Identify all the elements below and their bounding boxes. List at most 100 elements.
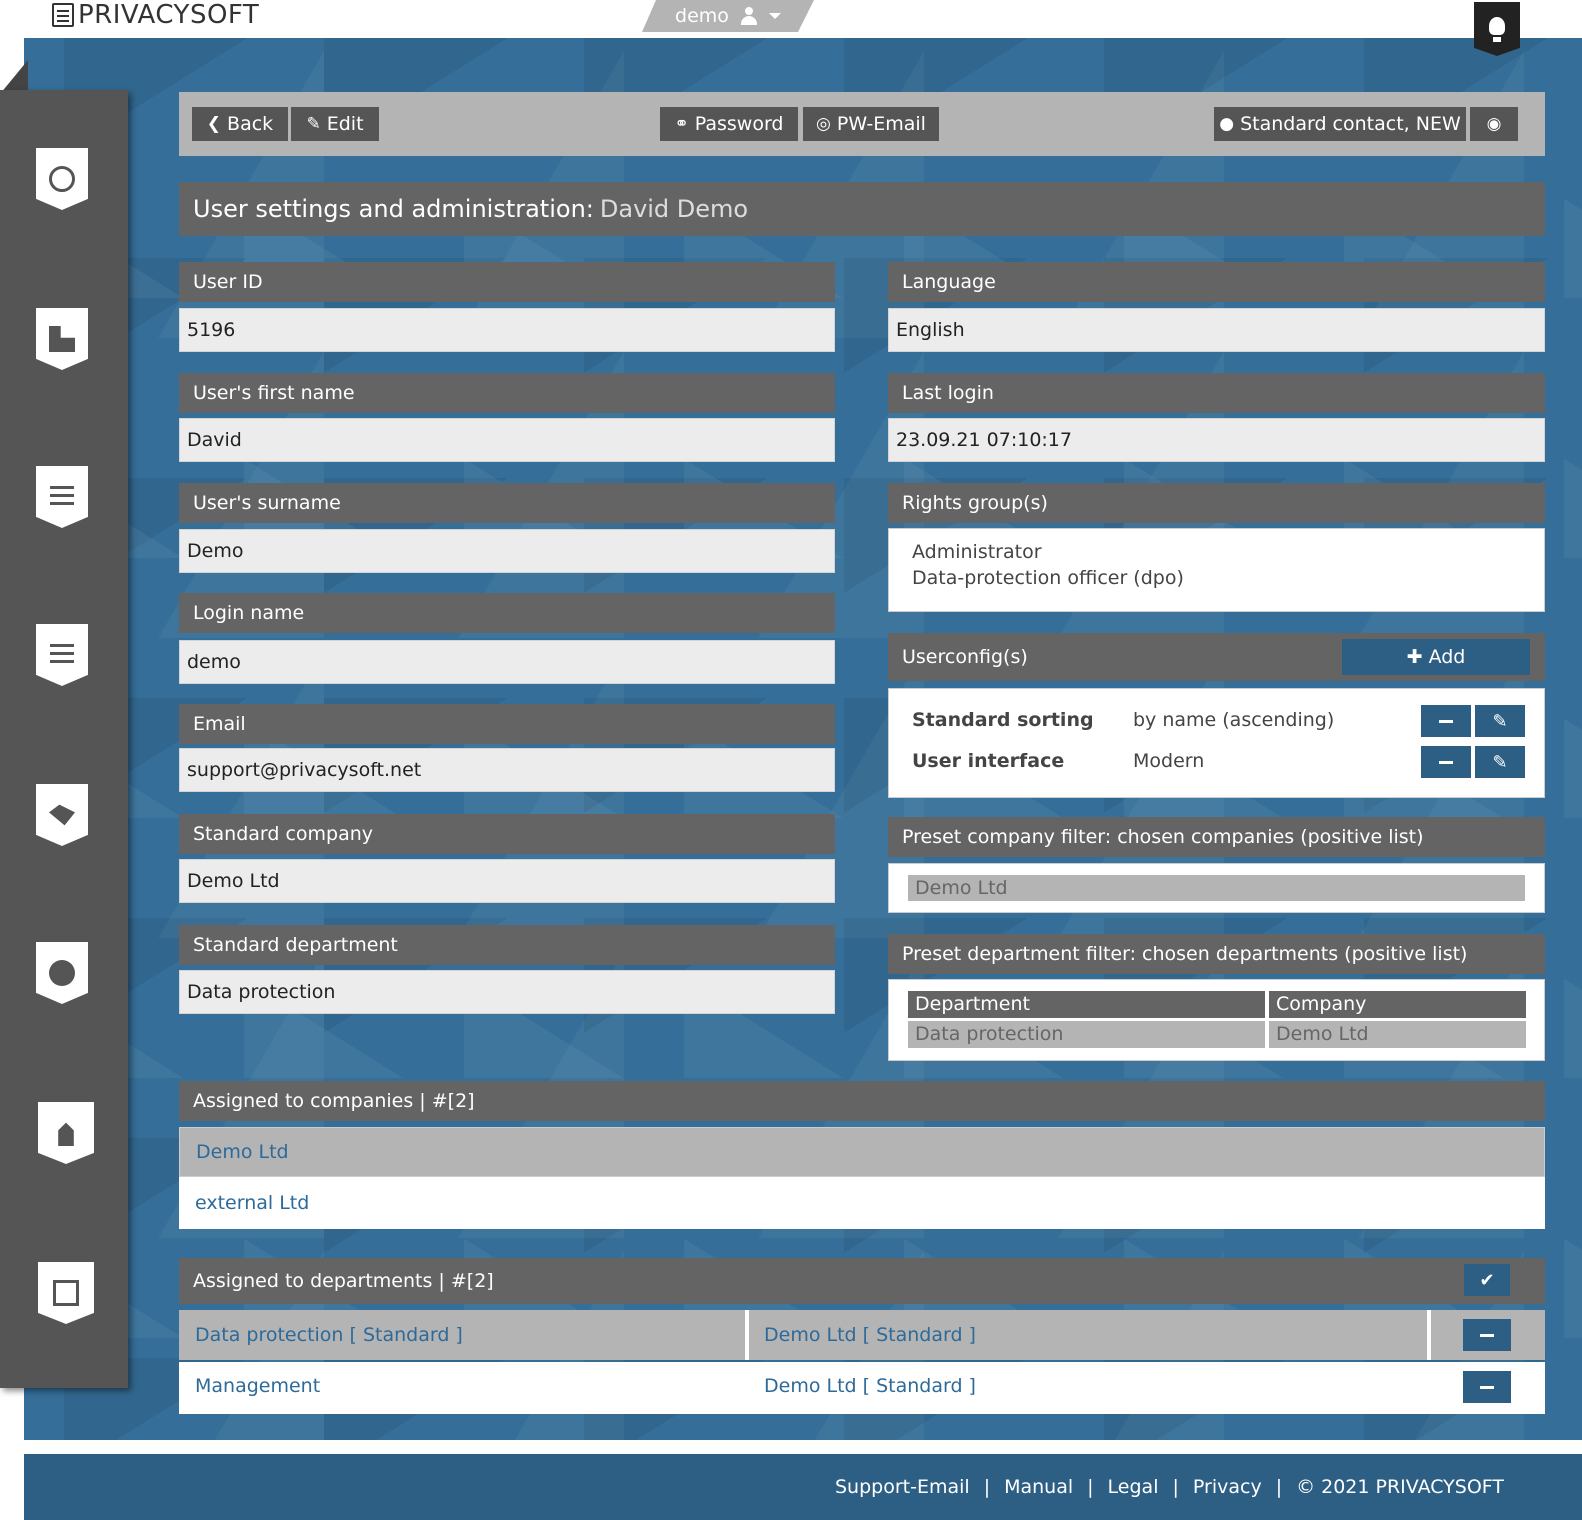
list-item[interactable]: Demo Ltd (179, 1127, 1545, 1177)
email-label: Email (179, 704, 835, 744)
table-cell: Demo Ltd [ Standard ] (749, 1310, 1427, 1360)
remove-department-button[interactable] (1463, 1319, 1511, 1351)
sidebar-item-globe[interactable] (36, 148, 88, 210)
manual-link[interactable]: Manual (1004, 1476, 1073, 1498)
userconfig-key: Standard sorting (912, 709, 1094, 731)
plus-icon: ✚ (1406, 646, 1423, 668)
remove-userconfig-button[interactable] (1421, 705, 1471, 737)
language-label: Language (888, 262, 1545, 302)
username: demo (675, 5, 729, 27)
pencil-icon: ✎ (1492, 710, 1508, 732)
edit-userconfig-button[interactable]: ✎ (1475, 705, 1525, 737)
pencil-icon: ✎ (1492, 751, 1508, 773)
company-link[interactable]: Demo Ltd (196, 1141, 289, 1163)
column-header: Department (908, 991, 1265, 1018)
list-item[interactable]: external Ltd (179, 1177, 1545, 1229)
surname-field: Demo (179, 529, 835, 573)
edit-userconfig-button[interactable]: ✎ (1475, 746, 1525, 778)
first-name-label: User's first name (179, 373, 835, 413)
company-link[interactable]: external Ltd (195, 1192, 309, 1214)
table-cell: Data protection (908, 1021, 1265, 1048)
stopwatch-icon (49, 960, 75, 986)
globe-icon (49, 166, 75, 192)
table-row: Data protection [ Standard ] Demo Ltd [ … (179, 1310, 1545, 1360)
lightbulb-icon[interactable] (1474, 2, 1520, 56)
sidebar-item-incidents[interactable] (38, 1102, 94, 1164)
add-userconfig-button[interactable]: ✚ Add (1342, 639, 1530, 675)
document-icon (50, 486, 74, 508)
sidebar-item-contracts[interactable] (36, 784, 88, 846)
sidebar-item-archive[interactable] (38, 1262, 94, 1324)
chevron-down-icon (769, 13, 781, 19)
department-link[interactable]: Management (195, 1375, 320, 1397)
company-filter-list: Demo Ltd (888, 863, 1545, 913)
first-name-field: David (179, 418, 835, 462)
user-menu[interactable]: demo (642, 0, 814, 32)
user-id-label: User ID (179, 262, 835, 302)
remove-department-button[interactable] (1463, 1371, 1511, 1403)
table-cell: Data protection [ Standard ] (179, 1310, 745, 1360)
department-filter-table: Department Company Data protection Demo … (888, 979, 1545, 1061)
stack-icon (53, 1280, 79, 1306)
rights-group-item: Administrator (912, 541, 1042, 563)
column-header: Company (1269, 991, 1526, 1018)
back-button[interactable]: ❮ Back (192, 107, 288, 141)
sidebar-item-checklist[interactable] (36, 624, 88, 686)
rights-group-item: Data-protection officer (dpo) (912, 567, 1184, 589)
user-icon (741, 7, 757, 25)
sidebar-item-documents[interactable] (36, 466, 88, 528)
table-row: Management Demo Ltd [ Standard ] (179, 1362, 1545, 1414)
handshake-icon (49, 804, 75, 826)
sidebar-item-deadlines[interactable] (36, 942, 88, 1004)
eye-slash-icon: ◎ (816, 114, 831, 134)
top-bar: PRIVACYSOFT demo (0, 0, 1582, 38)
standard-company-field: Demo Ltd (179, 859, 835, 903)
standard-company-label: Standard company (179, 814, 835, 854)
login-name-field: demo (179, 640, 835, 684)
checklist-icon (50, 644, 74, 666)
password-button[interactable]: ⚭ Password (660, 107, 798, 141)
table-cell: Demo Ltd (1269, 1021, 1526, 1048)
login-name-label: Login name (179, 593, 835, 633)
page-title: User settings and administration: David … (179, 182, 1545, 236)
user-full-name: David Demo (599, 195, 749, 223)
glasses-icon: ⚭ (674, 114, 689, 134)
user-id-field: 5196 (179, 308, 835, 352)
last-login-field: 23.09.21 07:10:17 (888, 418, 1545, 462)
chevron-left-icon: ❮ (206, 114, 222, 134)
support-email-link[interactable]: Support-Email (835, 1476, 970, 1498)
privacy-link[interactable]: Privacy (1193, 1476, 1262, 1498)
company-filter-label: Preset company filter: chosen companies … (888, 817, 1545, 857)
view-button[interactable]: ◉ (1470, 107, 1518, 141)
footer: Support-Email | Manual | Legal | Privacy… (24, 1454, 1582, 1520)
assigned-departments-label: Assigned to departments | #[2] (179, 1258, 1545, 1304)
toolbar: ❮ Back ✎ Edit ⚭ Password ◎ PW-Email ● St… (179, 92, 1545, 156)
legal-link[interactable]: Legal (1108, 1476, 1159, 1498)
standard-department-label: Standard department (179, 925, 835, 965)
sidebar-item-puzzle[interactable] (36, 308, 88, 370)
userconfig-key: User interface (912, 750, 1065, 772)
assigned-companies-label: Assigned to companies | #[2] (179, 1081, 1545, 1121)
standard-contact-button[interactable]: ● Standard contact, NEW (1214, 107, 1466, 141)
copyright: © 2021 PRIVACYSOFT (1296, 1476, 1504, 1498)
standard-department-field: Data protection (179, 970, 835, 1014)
pw-email-button[interactable]: ◎ PW-Email (803, 107, 939, 141)
check-button[interactable]: ✔ (1464, 1264, 1510, 1296)
userconfig-value: Modern (1133, 750, 1205, 772)
pencil-icon: ✎ (306, 114, 321, 134)
logo[interactable]: PRIVACYSOFT (52, 0, 259, 30)
department-link[interactable]: Data protection [ Standard ] (195, 1324, 463, 1346)
rights-groups-label: Rights group(s) (888, 483, 1545, 523)
userconfig-value: by name (ascending) (1133, 709, 1335, 731)
edit-button[interactable]: ✎ Edit (291, 107, 379, 141)
company-filter-item: Demo Ltd (908, 875, 1525, 901)
last-login-label: Last login (888, 373, 1545, 413)
rights-groups-list: Administrator Data-protection officer (d… (888, 528, 1545, 612)
company-link[interactable]: Demo Ltd [ Standard ] (764, 1324, 976, 1346)
company-link[interactable]: Demo Ltd [ Standard ] (764, 1375, 976, 1397)
check-icon: ✔ (1479, 1269, 1495, 1291)
remove-userconfig-button[interactable] (1421, 746, 1471, 778)
department-filter-label: Preset department filter: chosen departm… (888, 934, 1545, 974)
language-field: English (888, 308, 1545, 352)
puzzle-icon (49, 326, 75, 352)
